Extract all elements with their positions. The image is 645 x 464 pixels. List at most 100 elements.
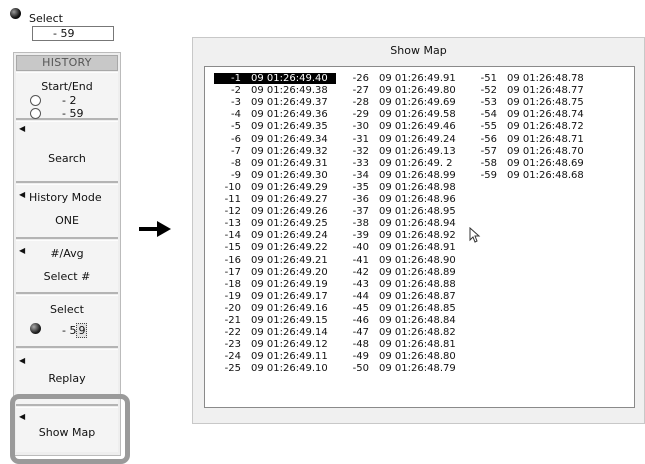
map-entry-index: -20 (224, 302, 241, 314)
map-entry-index: -52 (480, 85, 497, 97)
map-entry[interactable]: -32 09 01:26:49.13 (342, 146, 464, 157)
map-entry[interactable]: -52 09 01:26:48.77 (470, 85, 592, 96)
map-entry[interactable]: -37 09 01:26:48.95 (342, 206, 464, 217)
start-radio-icon[interactable] (30, 95, 41, 106)
map-entry-timestamp: 09 01:26:49.21 (251, 254, 328, 266)
map-entry-timestamp: 09 01:26:48.80 (379, 351, 456, 363)
map-entry[interactable]: -8 09 01:26:49.31 (214, 158, 336, 169)
map-entry-index: -55 (480, 121, 497, 133)
map-entry-timestamp: 09 01:26:48.69 (507, 157, 584, 169)
map-entry[interactable]: -22 09 01:26:49.14 (214, 327, 336, 338)
map-entry[interactable]: -19 09 01:26:49.17 (214, 291, 336, 302)
map-entry[interactable]: -26 09 01:26:49.91 (342, 73, 464, 84)
show-map-highlight-frame (10, 394, 130, 464)
map-entry[interactable]: -54 09 01:26:48.74 (470, 109, 592, 120)
map-entry[interactable]: -9 09 01:26:49.30 (214, 170, 336, 181)
map-entry-index: -7 (231, 145, 241, 157)
map-entry[interactable]: -16 09 01:26:49.21 (214, 255, 336, 266)
map-entry-index: -48 (352, 339, 369, 351)
map-entry[interactable]: -53 09 01:26:48.75 (470, 97, 592, 108)
map-entry[interactable]: -33 09 01:26:49. 2 (342, 158, 464, 169)
map-entry-timestamp: 09 01:26:48.72 (507, 121, 584, 133)
map-entry[interactable]: -57 09 01:26:48.70 (470, 146, 592, 157)
map-entry-index: -26 (352, 73, 369, 84)
map-entry[interactable]: -56 09 01:26:48.71 (470, 134, 592, 145)
map-entry[interactable]: -35 09 01:26:48.98 (342, 182, 464, 193)
map-entry[interactable]: -34 09 01:26:48.99 (342, 170, 464, 181)
map-entry[interactable]: -31 09 01:26:49.24 (342, 134, 464, 145)
avg-softkey[interactable]: ◀ #/Avg Select # (16, 240, 118, 294)
search-softkey[interactable]: ◀ Search (16, 121, 118, 183)
map-entry[interactable]: -6 09 01:26:49.34 (214, 134, 336, 145)
map-entry-timestamp: 09 01:26:49.22 (251, 242, 328, 254)
map-entry-timestamp: 09 01:26:49.35 (251, 121, 328, 133)
map-entry-timestamp: 09 01:26:49.36 (251, 109, 328, 121)
map-entry-timestamp: 09 01:26:48.71 (507, 133, 584, 145)
map-entry[interactable]: -30 09 01:26:49.46 (342, 121, 464, 132)
map-entry[interactable]: -29 09 01:26:49.58 (342, 109, 464, 120)
map-entry-timestamp: 09 01:26:49.13 (379, 145, 456, 157)
map-entry[interactable]: -14 09 01:26:49.24 (214, 230, 336, 241)
map-entry[interactable]: -58 09 01:26:48.69 (470, 158, 592, 169)
map-entry-timestamp: 09 01:26:48.70 (507, 145, 584, 157)
map-entry[interactable]: -36 09 01:26:48.96 (342, 194, 464, 205)
map-entry[interactable]: -4 09 01:26:49.36 (214, 109, 336, 120)
map-entry-index: -51 (480, 73, 497, 84)
map-entry[interactable]: -3 09 01:26:49.37 (214, 97, 336, 108)
map-entry[interactable]: -25 09 01:26:49.10 (214, 363, 336, 374)
map-entry[interactable]: -59 09 01:26:48.68 (470, 170, 592, 181)
end-radio-icon[interactable] (30, 108, 41, 119)
map-entry[interactable]: -47 09 01:26:48.82 (342, 327, 464, 338)
map-entry[interactable]: -11 09 01:26:49.27 (214, 194, 336, 205)
start-end-softkey[interactable]: Start/End - 2 - 59 (16, 72, 118, 120)
map-entry[interactable]: -5 09 01:26:49.35 (214, 121, 336, 132)
map-entry[interactable]: -23 09 01:26:49.12 (214, 339, 336, 350)
map-entry[interactable]: -48 09 01:26:48.81 (342, 339, 464, 350)
map-entry[interactable]: -40 09 01:26:48.91 (342, 242, 464, 253)
map-entry[interactable]: -21 09 01:26:49.15 (214, 315, 336, 326)
map-entry[interactable]: -2 09 01:26:49.38 (214, 85, 336, 96)
map-entry[interactable]: -20 09 01:26:49.16 (214, 303, 336, 314)
map-entry[interactable]: -45 09 01:26:48.85 (342, 303, 464, 314)
map-entry-timestamp: 09 01:26:49.69 (379, 97, 456, 109)
map-entry[interactable]: -7 09 01:26:49.32 (214, 146, 336, 157)
map-entry-timestamp: 09 01:26:49.40 (251, 73, 328, 84)
map-entry[interactable]: -50 09 01:26:48.79 (342, 363, 464, 374)
map-entry[interactable]: -38 09 01:26:48.94 (342, 218, 464, 229)
map-entry[interactable]: -44 09 01:26:48.87 (342, 291, 464, 302)
map-entry[interactable]: -43 09 01:26:48.88 (342, 279, 464, 290)
map-entry[interactable]: -42 09 01:26:48.89 (342, 267, 464, 278)
show-map-list[interactable]: -1 09 01:26:49.40 -2 09 01:26:49.38 -3 09 01:… (204, 66, 635, 408)
map-entry[interactable]: -41 09 01:26:48.90 (342, 255, 464, 266)
map-entry-timestamp: 09 01:26:49.27 (251, 194, 328, 205)
avg-label: #/Avg (50, 247, 84, 260)
map-entry[interactable]: -51 09 01:26:48.78 (470, 73, 592, 84)
map-entry[interactable]: -55 09 01:26:48.72 (470, 121, 592, 132)
map-entry[interactable]: -13 09 01:26:49.25 (214, 218, 336, 229)
map-entry[interactable]: -18 09 01:26:49.19 (214, 279, 336, 290)
avg-value: Select # (43, 270, 91, 283)
map-entry[interactable]: -39 09 01:26:48.92 (342, 230, 464, 241)
map-entry[interactable]: -49 09 01:26:48.80 (342, 351, 464, 362)
map-entry[interactable]: -10 09 01:26:49.29 (214, 182, 336, 193)
map-entry-index: -18 (224, 278, 241, 290)
map-entry[interactable]: -12 09 01:26:49.26 (214, 206, 336, 217)
map-entry-index: -39 (352, 230, 369, 242)
window-title: Show Map (390, 44, 447, 57)
map-entry-timestamp: 09 01:26:49.37 (251, 97, 328, 109)
select-softkey[interactable]: Select - 59 (16, 295, 118, 348)
map-entry-index: -54 (480, 109, 497, 121)
map-entry[interactable]: -15 09 01:26:49.22 (214, 242, 336, 253)
map-entry[interactable]: -46 09 01:26:48.84 (342, 315, 464, 326)
map-entry[interactable]: -24 09 01:26:49.11 (214, 351, 336, 362)
map-entry-index: -35 (352, 181, 369, 193)
map-entry[interactable]: -28 09 01:26:49.69 (342, 97, 464, 108)
map-entry[interactable]: -17 09 01:26:49.20 (214, 267, 336, 278)
map-entry-index: -3 (231, 97, 241, 109)
select-value: - 59 (62, 323, 88, 338)
history-mode-softkey[interactable]: ◀ History Mode ONE (16, 184, 118, 239)
top-select-value-field[interactable]: - 59 (32, 26, 114, 41)
map-entry[interactable]: -1 09 01:26:49.40 (214, 73, 336, 84)
map-entry-index: -5 (231, 121, 241, 133)
map-entry[interactable]: -27 09 01:26:49.80 (342, 85, 464, 96)
